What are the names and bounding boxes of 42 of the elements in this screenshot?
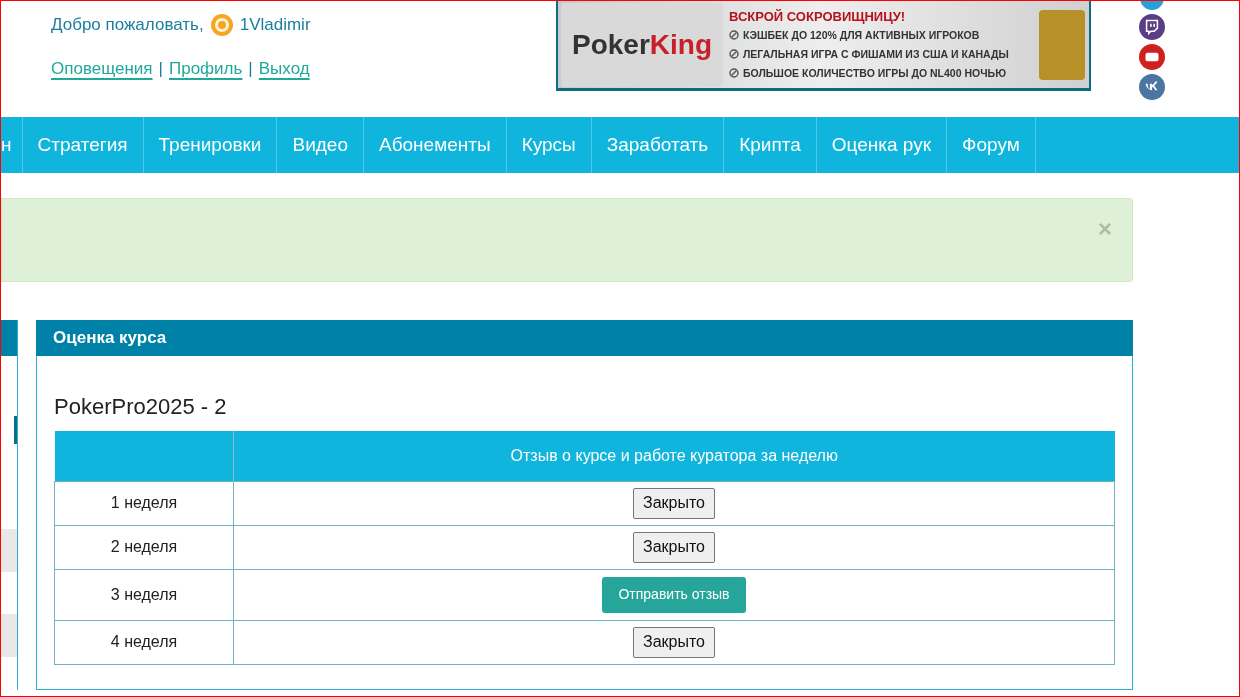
coin-icon xyxy=(209,12,234,37)
treasure-chest-drawing xyxy=(1039,9,1085,80)
ad-banner[interactable]: PokerKing ВСКРОЙ СОКРОВИЩНИЦУ! КЭШБЕК ДО 120% ДЛЯ АКТИВНЫХ ИГРОКОВ ЛЕГАЛЬНАЯ ИГРА С ФИШАМИ ИЗ США И КАНАДЫ БОЛЬШОЕ КОЛИЧЕСТВО ИГРЫ ДО NL400 НОЧЬЮ xyxy=(556,1,1091,91)
send-review-button[interactable]: Отправить отзыв xyxy=(602,576,746,613)
closed-button[interactable]: Закрыто xyxy=(633,487,715,519)
banner-headline: ВСКРОЙ СОКРОВИЩНИЦУ! xyxy=(729,7,907,26)
username[interactable]: 1Vladimir xyxy=(239,12,311,38)
vk-icon[interactable] xyxy=(1139,74,1165,100)
closed-button[interactable]: Закрыто xyxy=(633,531,715,563)
close-button[interactable]: × xyxy=(1098,217,1112,241)
header-link[interactable]: Оповещения xyxy=(51,55,153,81)
nav-item[interactable]: Стратегия xyxy=(22,117,144,173)
table-cell: 4 неделя xyxy=(54,620,234,664)
welcome-text: Добро пожаловать, xyxy=(51,14,204,36)
separator: | xyxy=(158,57,163,80)
banner-bullet: КЭШБЕК ДО 120% ДЛЯ АКТИВНЫХ ИГРОКОВ xyxy=(743,27,980,43)
twitch-icon[interactable] xyxy=(1139,14,1165,40)
nav-item[interactable]: Видео xyxy=(277,117,364,173)
slash-circle-icon xyxy=(729,68,739,78)
panel-title: Оценка курса xyxy=(53,327,167,350)
closed-button[interactable]: Закрыто xyxy=(633,626,715,658)
table-cell: 1 неделя xyxy=(54,481,234,525)
header-link[interactable]: Выход xyxy=(258,55,310,81)
banner-bullet: ЛЕГАЛЬНАЯ ИГРА С ФИШАМИ ИЗ США И КАНАДЫ xyxy=(743,46,1009,62)
table-cell: 2 неделя xyxy=(54,525,234,569)
slash-circle-icon xyxy=(729,49,739,59)
separator: | xyxy=(248,57,253,80)
nav-item[interactable]: Курсы xyxy=(506,117,592,173)
slash-circle-icon xyxy=(729,30,739,40)
nav-item[interactable]: Форум xyxy=(947,117,1036,173)
header-link[interactable]: Профиль xyxy=(168,55,243,81)
banner-bullet: БОЛЬШОЕ КОЛИЧЕСТВО ИГРЫ ДО NL400 НОЧЬЮ xyxy=(743,65,1006,81)
banner-logo: PokerKing xyxy=(571,27,712,62)
nav-item[interactable]: Тренировки xyxy=(143,117,278,173)
nav-item[interactable]: Крипта xyxy=(724,117,817,173)
course-title: PokerPro2025 - 2 xyxy=(54,393,228,421)
nav-item[interactable]: Заработать xyxy=(591,117,725,173)
nav-item[interactable]: н xyxy=(1,117,23,173)
nav-item[interactable]: Оценка рук xyxy=(816,117,948,173)
nav-item[interactable]: Абонементы xyxy=(364,117,507,173)
youtube-icon[interactable] xyxy=(1139,44,1165,70)
table-cell: 3 неделя xyxy=(54,569,234,620)
